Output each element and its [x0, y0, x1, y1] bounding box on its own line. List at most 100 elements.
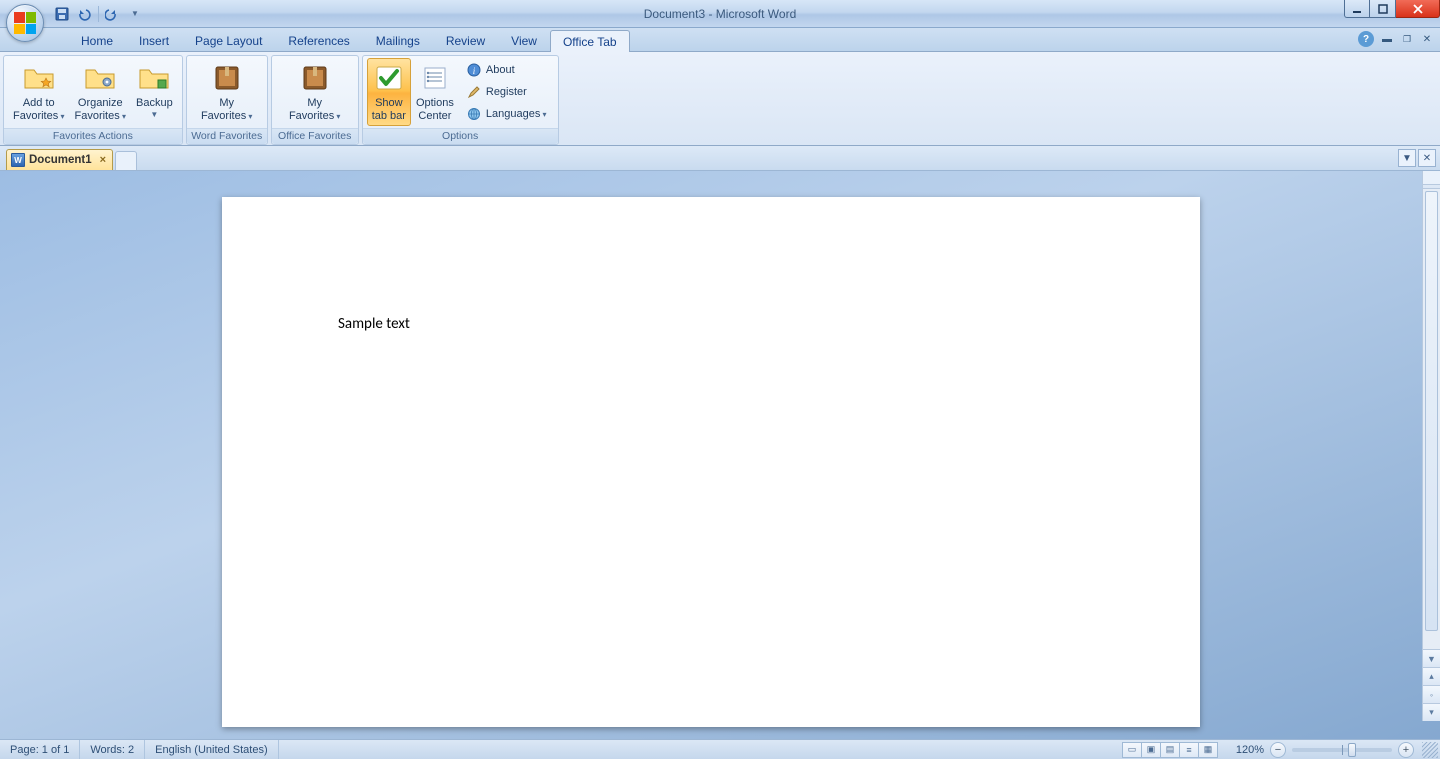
qat-customize-button[interactable]: ▼	[125, 4, 145, 24]
info-icon: i	[466, 62, 482, 78]
zoom-slider[interactable]	[1292, 748, 1392, 752]
titlebar: ▼ Document3 - Microsoft Word	[0, 0, 1440, 28]
minimize-ribbon-button[interactable]: ▬	[1380, 34, 1394, 45]
button-label: Backup	[136, 97, 173, 110]
button-label: Add to Favorites	[13, 97, 65, 122]
view-web-layout-button[interactable]: ▤	[1160, 742, 1180, 758]
zoom-tick	[1342, 745, 1343, 755]
ribbon-tab-references[interactable]: References	[275, 29, 362, 51]
status-page[interactable]: Page: 1 of 1	[0, 740, 80, 759]
close-button[interactable]	[1396, 0, 1440, 18]
resize-grip[interactable]	[1422, 742, 1438, 758]
group-options: Show tab bar Options Center i About Regi…	[362, 55, 559, 145]
about-button[interactable]: i About	[461, 60, 552, 80]
next-page-button[interactable]: ▾	[1423, 703, 1440, 721]
ribbon-tab-page-layout[interactable]: Page Layout	[182, 29, 275, 51]
view-print-layout-button[interactable]: ▭	[1122, 742, 1142, 758]
view-full-screen-button[interactable]: ▣	[1141, 742, 1161, 758]
new-document-tab-button[interactable]	[115, 151, 137, 170]
help-button[interactable]: ?	[1358, 31, 1374, 47]
ribbon-tab-insert[interactable]: Insert	[126, 29, 182, 51]
office-logo-icon	[14, 12, 36, 34]
chevron-down-icon: ▼	[1402, 153, 1412, 164]
button-label: Options Center	[416, 97, 454, 122]
book-icon	[299, 62, 331, 94]
status-words[interactable]: Words: 2	[80, 740, 145, 759]
undo-button[interactable]	[74, 4, 94, 24]
undo-icon	[76, 7, 92, 21]
minimize-icon	[1352, 4, 1362, 14]
pencil-icon	[466, 84, 482, 100]
ribbon-tab-office-tab[interactable]: Office Tab	[550, 30, 630, 52]
document-body-text[interactable]: Sample text	[338, 315, 410, 333]
redo-button[interactable]	[103, 4, 123, 24]
folder-gear-icon	[84, 62, 116, 94]
languages-button[interactable]: Languages	[461, 104, 552, 124]
zoom-percent[interactable]: 120%	[1228, 744, 1264, 756]
group-label: Office Favorites	[272, 128, 358, 144]
close-icon	[1412, 4, 1424, 14]
folder-star-icon	[23, 62, 55, 94]
register-button[interactable]: Register	[461, 82, 552, 102]
ribbon-tab-review[interactable]: Review	[433, 29, 498, 51]
chevron-down-icon: ▼	[131, 9, 139, 18]
button-label: Register	[486, 86, 527, 98]
zoom-out-button[interactable]: −	[1270, 742, 1286, 758]
tab-list-dropdown[interactable]: ▼	[1398, 149, 1416, 167]
zoom-slider-thumb[interactable]	[1348, 743, 1356, 757]
ruler-toggle-button[interactable]	[1422, 171, 1440, 185]
button-label: About	[486, 64, 515, 76]
check-icon	[373, 62, 405, 94]
office-button[interactable]	[6, 4, 44, 42]
window-controls	[1344, 0, 1440, 18]
button-label: Languages	[486, 108, 547, 120]
close-tab-bar-button[interactable]: ✕	[1418, 149, 1436, 167]
plus-icon: +	[1403, 744, 1409, 756]
ribbon-tab-mailings[interactable]: Mailings	[363, 29, 433, 51]
group-office-favorites: My Favorites Office Favorites	[271, 55, 359, 145]
my-word-favorites-button[interactable]: My Favorites	[191, 58, 263, 126]
show-tab-bar-button[interactable]: Show tab bar	[367, 58, 411, 126]
status-bar: Page: 1 of 1 Words: 2 English (United St…	[0, 739, 1440, 759]
add-to-favorites-button[interactable]: Add to Favorites	[8, 58, 70, 126]
save-button[interactable]	[52, 4, 72, 24]
button-label: Show tab bar	[372, 97, 406, 122]
previous-page-button[interactable]: ▴	[1423, 667, 1440, 685]
word-doc-icon: W	[11, 153, 25, 167]
options-icon	[419, 62, 451, 94]
button-label: My Favorites	[201, 97, 253, 122]
close-document-button[interactable]: ✕	[1420, 34, 1434, 45]
view-draft-button[interactable]: ▦	[1198, 742, 1218, 758]
maximize-button[interactable]	[1370, 0, 1396, 18]
group-favorites-actions: Add to Favorites Organize Favorites Back…	[3, 55, 183, 145]
folder-backup-icon	[138, 62, 170, 94]
document-page[interactable]: Sample text	[222, 197, 1200, 727]
button-label: My Favorites	[289, 97, 341, 122]
ribbon: Add to Favorites Organize Favorites Back…	[0, 52, 1440, 146]
document-viewport: Sample text ▲ ▼ ▴ ◦ ▾	[0, 171, 1440, 739]
organize-favorites-button[interactable]: Organize Favorites	[70, 58, 132, 126]
button-label: Organize Favorites	[75, 97, 127, 122]
window-title: Document3 - Microsoft Word	[0, 7, 1440, 21]
restore-window-button[interactable]: ❐	[1400, 34, 1414, 45]
my-office-favorites-button[interactable]: My Favorites	[276, 58, 354, 126]
close-icon: ✕	[1423, 153, 1431, 164]
ribbon-tab-view[interactable]: View	[498, 29, 550, 51]
status-language[interactable]: English (United States)	[145, 740, 279, 759]
browse-object-button[interactable]: ◦	[1423, 685, 1440, 703]
close-tab-button[interactable]: ×	[100, 154, 106, 166]
scroll-thumb[interactable]	[1425, 191, 1438, 631]
zoom-in-button[interactable]: +	[1398, 742, 1414, 758]
scroll-down-button[interactable]: ▼	[1423, 649, 1440, 667]
options-center-button[interactable]: Options Center	[411, 58, 459, 126]
vertical-scrollbar[interactable]: ▲ ▼ ▴ ◦ ▾	[1422, 171, 1440, 721]
ribbon-tab-home[interactable]: Home	[68, 29, 126, 51]
minimize-button[interactable]	[1344, 0, 1370, 18]
redo-icon	[105, 7, 121, 21]
document-tab-active[interactable]: W Document1 ×	[6, 149, 113, 170]
document-tab-label: Document1	[29, 154, 92, 166]
minus-icon: −	[1275, 744, 1281, 756]
backup-button[interactable]: Backup ▼	[131, 58, 178, 126]
separator	[98, 6, 99, 22]
view-outline-button[interactable]: ≡	[1179, 742, 1199, 758]
